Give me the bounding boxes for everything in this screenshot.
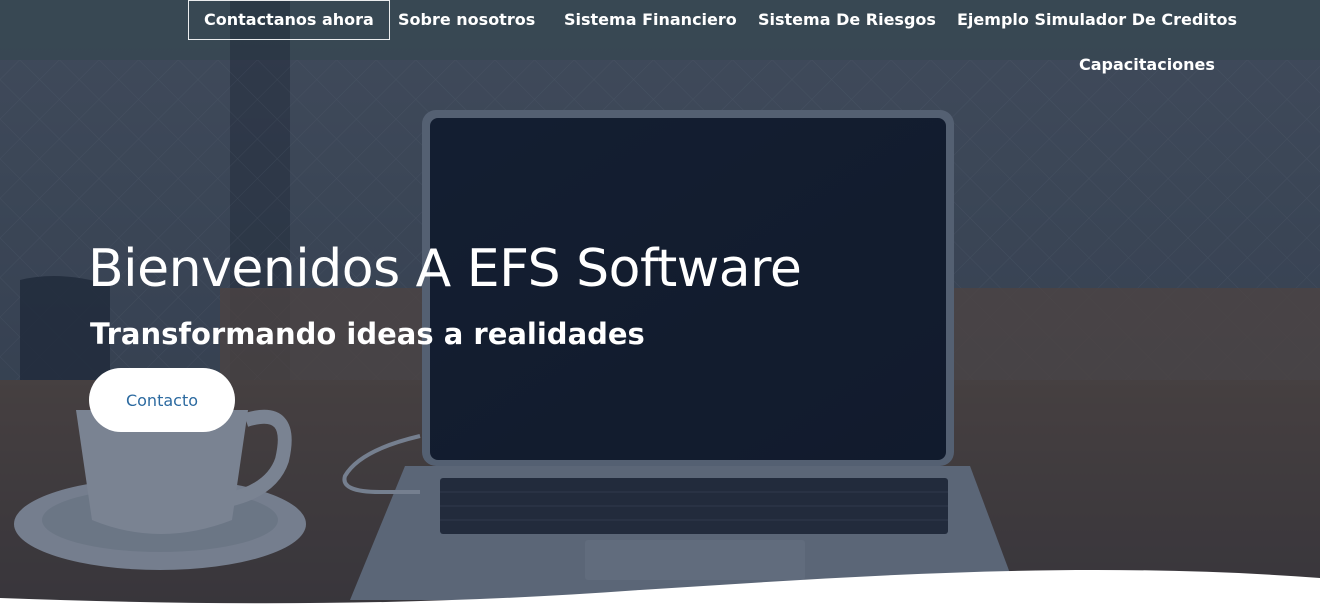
nav-item-sistema-financiero[interactable]: Sistema Financiero [564,10,737,29]
nav-item-ejemplo-simulador-de-creditos[interactable]: Ejemplo Simulador De Creditos [957,10,1237,29]
nav-item-contactanos-ahora[interactable]: Contactanos ahora [188,0,390,40]
hero-background-image [0,0,1320,616]
hero-subtitle: Transformando ideas a realidades [90,317,645,351]
nav-item-capacitaciones[interactable]: Capacitaciones [1079,55,1215,74]
nav-item-sobre-nosotros[interactable]: Sobre nosotros [398,10,535,29]
hero-title: Bienvenidos A EFS Software [88,239,802,299]
hero-section: Contactanos ahora Sobre nosotros Sistema… [0,0,1320,616]
nav-item-sistema-de-riesgos[interactable]: Sistema De Riesgos [758,10,936,29]
contacto-button[interactable]: Contacto [89,368,235,432]
